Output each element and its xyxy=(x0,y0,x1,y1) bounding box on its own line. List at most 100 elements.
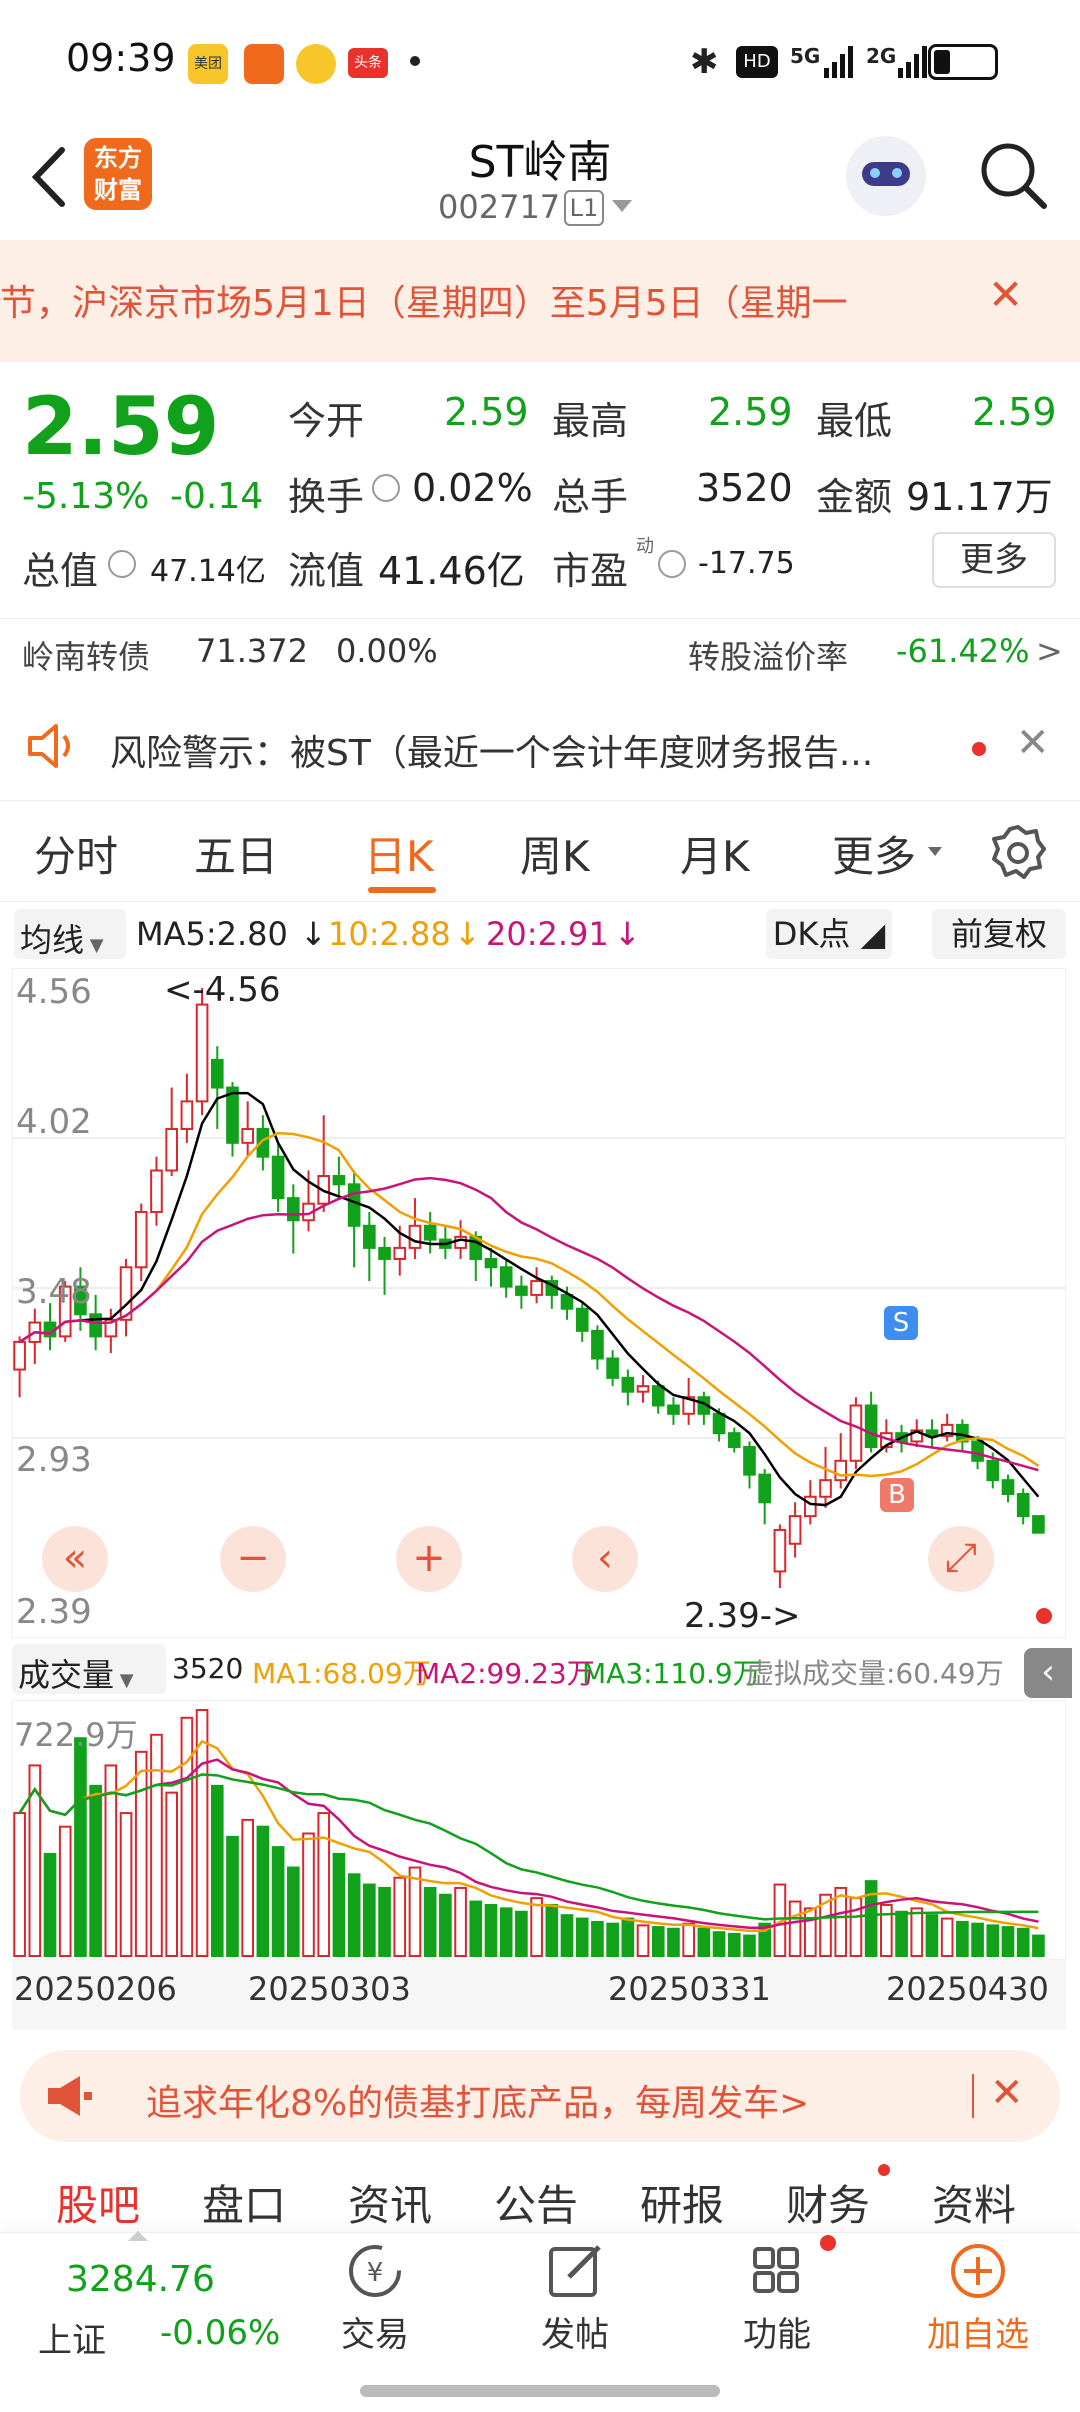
candle-body xyxy=(378,1246,391,1260)
y-tick-2: 4.02 xyxy=(16,1102,92,1142)
nav-post-label: 发帖 xyxy=(541,2315,609,2355)
zoom-in-button[interactable]: + xyxy=(396,1526,462,1592)
candle-body xyxy=(271,1155,285,1200)
finance-badge-dot xyxy=(878,2164,890,2176)
promo-close-button[interactable]: ✕ xyxy=(990,2070,1024,2116)
info-icon-pe[interactable] xyxy=(658,550,686,578)
bond-name: 岭南转债 xyxy=(22,638,151,676)
nav-add-watchlist[interactable]: 加自选 xyxy=(908,2241,1048,2371)
candle-body xyxy=(286,1197,300,1222)
market-notice-banner[interactable]: 节，沪深京市场5月1日（星期四）至5月5日（星期一 ✕ xyxy=(0,240,1080,362)
high-value: 2.59 xyxy=(708,390,793,434)
volume-bar xyxy=(621,1917,635,1958)
candle-body xyxy=(971,1440,984,1462)
adjust-mode-button[interactable]: 前复权 xyxy=(932,909,1066,959)
code-dropdown-icon[interactable] xyxy=(612,200,632,212)
tab-profile[interactable]: 资料 xyxy=(932,2172,1016,2233)
status-bar: 09:39 美团 头条 ✱ HD 5G 2G xyxy=(0,0,1080,120)
ma-type-selector[interactable]: 均线 ▼ xyxy=(14,909,126,959)
candle xyxy=(849,1397,863,1470)
scroll-left-fast-button[interactable]: « xyxy=(42,1526,108,1592)
alert-dot-icon xyxy=(1036,1608,1052,1624)
volume-bar xyxy=(119,1812,133,1957)
candle-body xyxy=(1001,1479,1015,1495)
volume-bar xyxy=(727,1932,741,1957)
volume-max-label: 722.9万 xyxy=(14,1716,138,1754)
candle-body xyxy=(849,1404,863,1462)
current-price: 2.59 xyxy=(22,380,220,473)
back-button[interactable] xyxy=(24,142,74,212)
volume-bar xyxy=(591,1920,604,1957)
volume-bar xyxy=(910,1907,924,1957)
volume-bar xyxy=(682,1922,695,1957)
tab-monthly-k[interactable]: 月K xyxy=(680,823,750,884)
volume-svg xyxy=(11,1699,1067,1961)
volume-bar xyxy=(849,1897,863,1957)
tab-finance[interactable]: 财务 xyxy=(786,2172,870,2233)
volume-chart[interactable]: 722.9万 xyxy=(11,1699,1067,1961)
volume-bar xyxy=(895,1910,908,1958)
ma10-label: 10:2.88 xyxy=(328,915,451,953)
tab-research[interactable]: 研报 xyxy=(640,2172,724,2233)
quote-panel: 2.59 -5.13% -0.14 今开 2.59 最高 2.59 最低 2.5… xyxy=(0,362,1080,680)
high-marker: <-4.56 xyxy=(164,970,281,1010)
kline-chart[interactable]: 4.56 4.02 3.48 2.93 2.39 <-4.56 2.39-> S… xyxy=(11,967,1067,1639)
low-label: 最低 xyxy=(816,399,893,443)
tab-five-day[interactable]: 五日 xyxy=(194,823,278,884)
settings-gear-icon[interactable] xyxy=(990,825,1046,881)
volume-bar xyxy=(803,1907,817,1957)
search-icon[interactable] xyxy=(976,138,1052,214)
y-tick-1: 4.56 xyxy=(16,972,92,1012)
candle-body xyxy=(1016,1492,1030,1518)
amount-value: 91.17万 xyxy=(906,475,1053,519)
candle-body xyxy=(788,1515,802,1545)
nav-functions[interactable]: 功能 xyxy=(722,2241,832,2371)
notice-close-button[interactable]: ✕ xyxy=(988,270,1023,319)
vol-ma2: MA2:99.23万 xyxy=(416,1657,595,1690)
buy-signal-icon[interactable]: B xyxy=(880,1478,914,1512)
nav-trade[interactable]: ¥ 交易 xyxy=(320,2241,430,2371)
tab-daily-k[interactable]: 日K xyxy=(364,823,434,884)
info-icon[interactable] xyxy=(372,474,400,502)
volume-bar xyxy=(1032,1934,1045,1958)
tab-weekly-k[interactable]: 周K xyxy=(520,823,590,884)
add-circle-icon xyxy=(948,2241,1008,2301)
candle-body xyxy=(165,1128,178,1172)
risk-warning-bar[interactable]: 风险警示：被ST（最近一个会计年度财务报告... ✕ xyxy=(0,690,1080,800)
ma5-label: MA5:2.80 xyxy=(136,915,288,953)
volume-bar xyxy=(210,1784,224,1957)
index-widget[interactable]: 3284.76 上证 -0.06% xyxy=(0,2231,300,2383)
price-change: -0.14 xyxy=(170,476,264,517)
candle-body xyxy=(758,1473,772,1504)
risk-text: 风险警示：被ST（最近一个会计年度财务报告... xyxy=(110,733,874,774)
tab-more[interactable]: 更多 xyxy=(832,823,916,884)
candle-body xyxy=(332,1175,346,1186)
tab-news[interactable]: 资讯 xyxy=(348,2172,432,2233)
dk-point-button[interactable]: DK点 ◢ xyxy=(766,909,892,959)
info-icon-mcap[interactable] xyxy=(108,550,136,578)
promo-banner[interactable]: 追求年化8%的债基打底产品，每周发车> ✕ xyxy=(20,2050,1060,2142)
fullscreen-icon[interactable]: ⤢ xyxy=(928,1526,994,1592)
convertible-bond-row[interactable]: 岭南转债 71.372 0.00% 转股溢价率 -61.42% > xyxy=(0,618,1080,680)
zoom-out-button[interactable]: − xyxy=(220,1526,286,1592)
sell-signal-icon[interactable]: S xyxy=(884,1306,918,1340)
tab-intraday[interactable]: 分时 xyxy=(34,823,118,884)
ma20-down-icon: ↓ xyxy=(614,915,641,953)
risk-close-button[interactable]: ✕ xyxy=(1016,720,1050,766)
tab-pankou[interactable]: 盘口 xyxy=(202,2172,286,2233)
scroll-left-button[interactable]: ‹ xyxy=(572,1526,638,1592)
content-tabs: 股吧 盘口 资讯 公告 研报 财务 资料 xyxy=(0,2160,1080,2230)
vol-ma3: MA3:110.9万 xyxy=(582,1657,761,1690)
indicator-selector[interactable]: 成交量 ▼ xyxy=(12,1644,166,1694)
nav-post[interactable]: 发帖 xyxy=(520,2241,630,2371)
assistant-robot-icon[interactable] xyxy=(846,136,926,216)
candle-body xyxy=(484,1257,498,1269)
candle-body xyxy=(89,1313,102,1338)
tab-announcements[interactable]: 公告 xyxy=(494,2172,578,2233)
collapse-panel-button[interactable]: ‹ xyxy=(1024,1648,1072,1698)
tab-guba[interactable]: 股吧 xyxy=(56,2172,140,2233)
candle-body xyxy=(636,1385,650,1393)
more-quote-button[interactable]: 更多 xyxy=(932,532,1056,588)
volume-bar xyxy=(165,1791,178,1957)
open-value: 2.59 xyxy=(444,390,529,434)
